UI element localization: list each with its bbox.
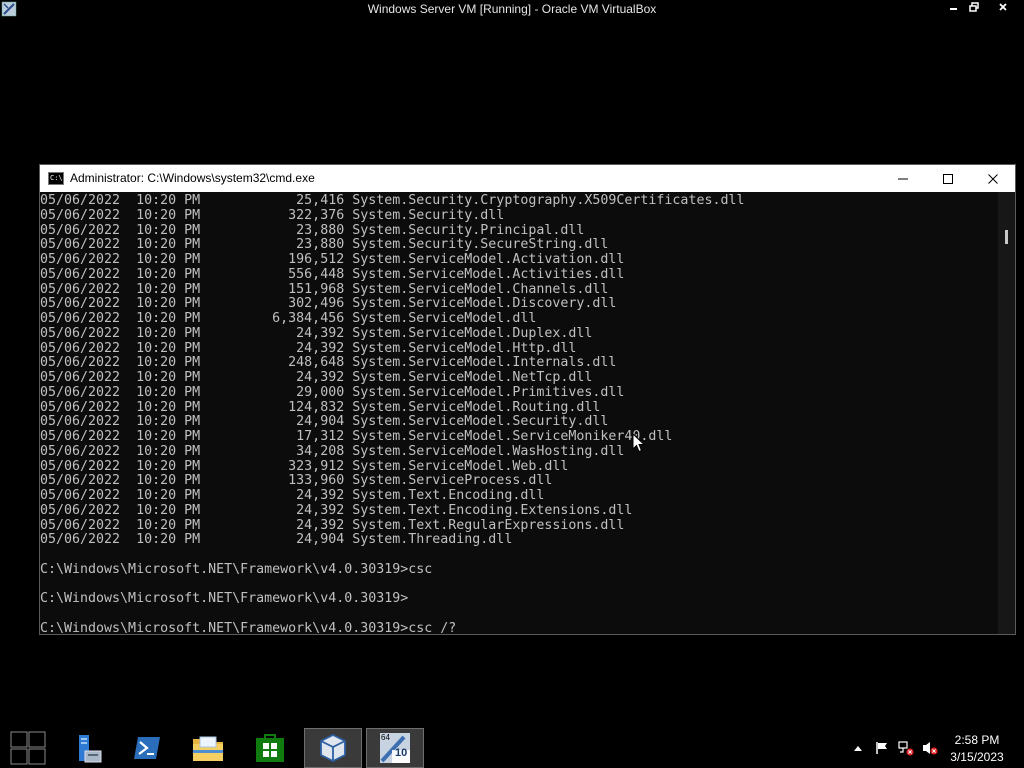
volume-muted-icon — [923, 742, 938, 755]
console-line: 05/06/2022 10:20 PM 23,880 System.Securi… — [40, 237, 609, 253]
mouse-cursor-icon — [632, 433, 646, 453]
console-line: 05/06/2022 10:20 PM 24,392 System.Text.E… — [40, 502, 633, 518]
restore-icon — [969, 2, 979, 12]
console-line: 05/06/2022 10:20 PM 24,392 System.Servic… — [40, 370, 593, 385]
console-line: 05/06/2022 10:20 PM 23,880 System.Securi… — [40, 222, 585, 238]
folder-icon — [193, 736, 223, 761]
console-line: 05/06/2022 10:20 PM 196,512 System.Servi… — [40, 252, 625, 267]
start-button[interactable] — [0, 728, 56, 768]
console-line: 05/06/2022 10:20 PM 24,392 System.Text.R… — [40, 517, 625, 533]
server-manager-button[interactable] — [58, 728, 114, 768]
console-line: 05/06/2022 10:20 PM 248,648 System.Servi… — [40, 355, 617, 371]
console-line: 05/06/2022 10:20 PM 124,832 System.Servi… — [40, 399, 601, 415]
cmd-app-icon[interactable]: C:\ — [48, 172, 64, 185]
close-icon — [999, 3, 1007, 11]
console-line: 05/06/2022 10:20 PM 323,912 System.Servi… — [40, 458, 569, 474]
flag-icon — [876, 742, 887, 754]
virtualbox-cube-icon — [320, 733, 346, 763]
console-line: 05/06/2022 10:20 PM 17,312 System.Servic… — [40, 429, 673, 444]
action-center-button[interactable] — [874, 740, 890, 756]
vm-badge-64: 64 — [381, 733, 390, 742]
console-line: 05/06/2022 10:20 PM 24,904 System.Thread… — [40, 532, 513, 548]
show-hidden-icons-button[interactable] — [850, 740, 866, 756]
console-line: 05/06/2022 10:20 PM 29,000 System.Servic… — [40, 384, 625, 400]
minimize-icon — [950, 8, 957, 10]
virtualbox-button[interactable] — [304, 728, 362, 768]
console-line: 05/06/2022 10:20 PM 322,376 System.Secur… — [40, 207, 505, 223]
cmd-window[interactable]: C:\ Administrator: C:\Windows\system32\c… — [39, 164, 1016, 635]
console-line: 05/06/2022 10:20 PM 133,960 System.Servi… — [40, 473, 553, 489]
powershell-button[interactable] — [119, 728, 175, 768]
cmd-window-title: Administrator: C:\Windows\system32\cmd.e… — [70, 171, 315, 185]
console-line: 05/06/2022 10:20 PM 151,968 System.Servi… — [40, 281, 609, 297]
minimize-icon — [898, 178, 908, 179]
cmd-close-button[interactable] — [970, 165, 1016, 192]
cmd-minimize-button[interactable] — [880, 165, 926, 192]
vb-minimize-button[interactable] — [943, 0, 965, 14]
taskbar: 64 10 2:58 PM 3/15/2023 — [0, 728, 1024, 768]
close-icon — [988, 173, 998, 184]
console-line: 05/06/2022 10:20 PM 302,496 System.Servi… — [40, 296, 617, 312]
console-line: 05/06/2022 10:20 PM 556,448 System.Servi… — [40, 266, 625, 282]
powershell-icon — [134, 737, 160, 759]
virtualbox-window-title: Windows Server VM [Running] - Oracle VM … — [367, 2, 657, 16]
network-button[interactable] — [898, 740, 914, 756]
cmd-titlebar[interactable]: C:\ Administrator: C:\Windows\system32\c… — [40, 165, 1015, 192]
console-line: 05/06/2022 10:20 PM 6,384,456 System.Ser… — [40, 311, 537, 326]
clock-date[interactable]: 3/15/2023 — [942, 750, 1012, 764]
console-line: 05/06/2022 10:20 PM 24,392 System.Servic… — [40, 340, 577, 356]
console-output[interactable]: 05/06/2022 10:20 PM 25,416 System.Securi… — [40, 192, 999, 634]
volume-button[interactable] — [922, 740, 938, 756]
cmd-maximize-button[interactable] — [925, 165, 971, 192]
console-text: 05/06/2022 10:20 PM 25,416 System.Securi… — [40, 193, 745, 634]
network-error-icon — [898, 741, 914, 756]
store-icon — [256, 734, 284, 762]
console-line: 05/06/2022 10:20 PM 34,208 System.Servic… — [40, 443, 625, 459]
scrollbar-thumb[interactable] — [1005, 230, 1008, 244]
store-button[interactable] — [242, 728, 298, 768]
virtualbox-vm-button[interactable]: 64 10 — [366, 728, 424, 768]
clock-time[interactable]: 2:58 PM — [942, 733, 1012, 747]
vm-badge-10: 10 — [395, 747, 408, 759]
console-scrollbar[interactable] — [998, 192, 1015, 634]
console-line: C:\Windows\Microsoft.NET\Framework\v4.0.… — [40, 591, 409, 607]
server-manager-icon — [79, 735, 102, 763]
console-line: C:\Windows\Microsoft.NET\Framework\v4.0.… — [40, 561, 433, 577]
console-line: 05/06/2022 10:20 PM 24,904 System.Servic… — [40, 414, 609, 430]
chevron-up-icon — [854, 746, 862, 751]
vb-close-button[interactable] — [992, 0, 1014, 14]
windows-start-icon — [10, 731, 46, 765]
console-line: 05/06/2022 10:20 PM 25,416 System.Securi… — [40, 193, 745, 208]
virtualbox-titlebar: Windows Server VM [Running] - Oracle VM … — [0, 0, 1024, 20]
file-explorer-button[interactable] — [180, 728, 236, 768]
maximize-icon — [943, 173, 953, 184]
console-line: 05/06/2022 10:20 PM 24,392 System.Text.E… — [40, 488, 545, 503]
vb-restore-button[interactable] — [963, 0, 985, 14]
console-line: 05/06/2022 10:20 PM 24,392 System.Servic… — [40, 325, 593, 341]
console-line: C:\Windows\Microsoft.NET\Framework\v4.0.… — [40, 620, 457, 634]
